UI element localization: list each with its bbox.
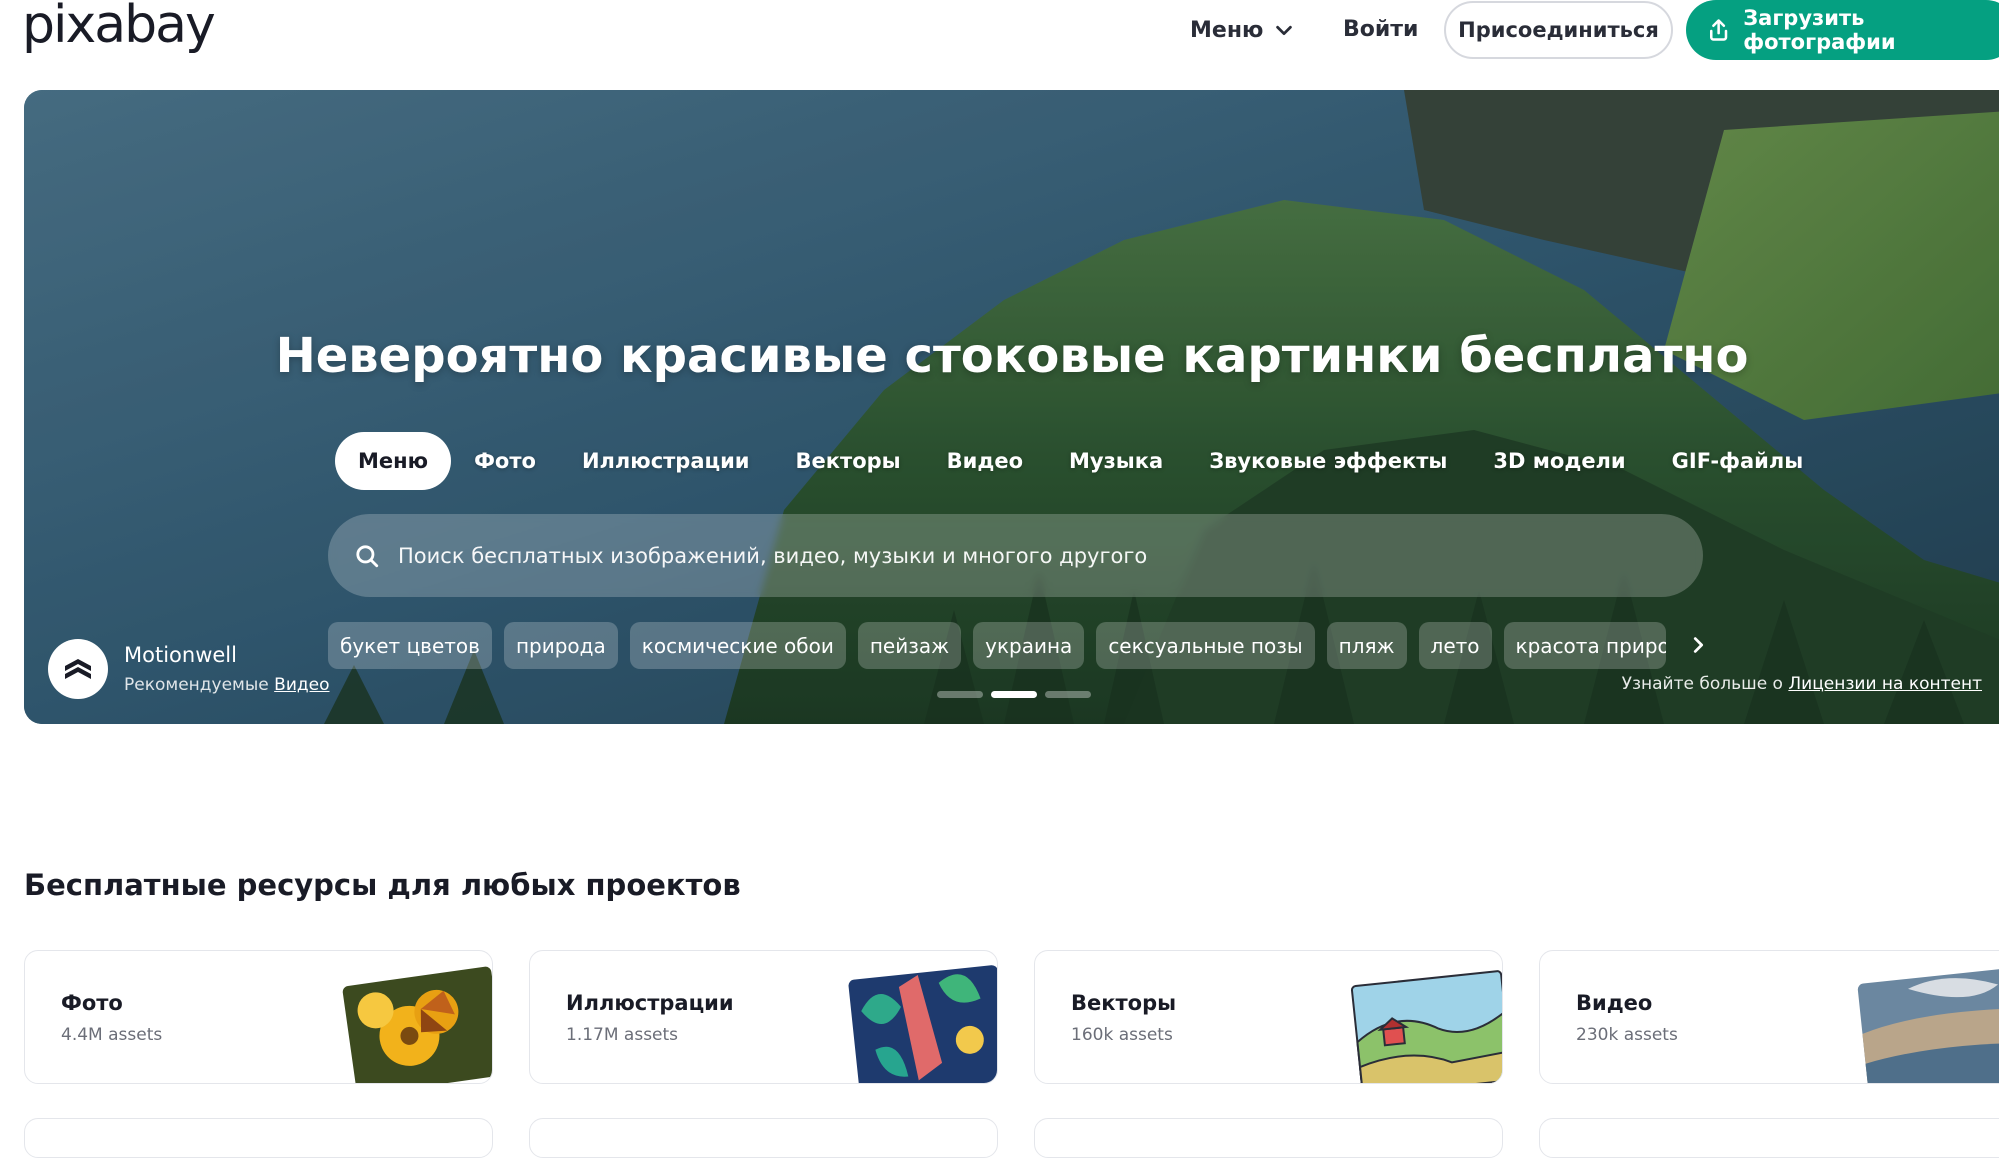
- top-header: pixabay Меню Войти Присоединиться Загруз…: [0, 0, 1999, 62]
- video-thumbnail-image: [1857, 965, 1999, 1083]
- tag-chip[interactable]: украина: [973, 622, 1085, 669]
- menu-label: Меню: [1190, 17, 1264, 43]
- author-avatar[interactable]: [48, 639, 108, 699]
- resource-card-next-row[interactable]: [24, 1118, 493, 1158]
- license-info: Узнайте больше о Лицензии на контент: [1620, 674, 1982, 694]
- chevron-down-icon: [1276, 25, 1293, 36]
- search-icon: [356, 544, 379, 567]
- hero-title-text: Невероятно красивые стоковые картинки бе…: [275, 328, 1749, 384]
- join-button[interactable]: Присоединиться: [1444, 1, 1673, 59]
- card-count: 160k assets: [1071, 1025, 1173, 1045]
- vector-thumbnail-image: [1350, 970, 1502, 1083]
- tag-chip[interactable]: сексуальные позы: [1096, 622, 1315, 669]
- card-count: 1.17M assets: [566, 1025, 679, 1045]
- tab-menu[interactable]: Меню: [335, 432, 452, 490]
- slide-dot-active[interactable]: [991, 691, 1037, 698]
- resource-card-next-row[interactable]: [1034, 1118, 1503, 1158]
- resource-card-next-row[interactable]: [1539, 1118, 1999, 1158]
- tab-vectors[interactable]: Векторы: [773, 432, 924, 490]
- tab-photo[interactable]: Фото: [451, 432, 559, 490]
- slide-dot[interactable]: [937, 691, 983, 698]
- pixabay-logo[interactable]: pixabay: [22, 0, 216, 56]
- resource-card-illustrations[interactable]: Иллюстрации 1.17M assets: [529, 950, 998, 1084]
- author-video-link[interactable]: Видео: [274, 675, 329, 695]
- menu-dropdown[interactable]: Меню: [1190, 10, 1295, 50]
- tab-illustrations[interactable]: Иллюстрации: [559, 432, 773, 490]
- upload-icon: [1709, 19, 1728, 41]
- tag-chip[interactable]: букет цветов: [328, 622, 492, 669]
- tags-next-button[interactable]: [1683, 630, 1713, 660]
- tab-music[interactable]: Музыка: [1046, 432, 1186, 490]
- card-title: Фото: [61, 991, 123, 1015]
- tag-chip[interactable]: лето: [1418, 622, 1492, 669]
- upload-label: Загрузить фотографии: [1743, 6, 1896, 54]
- hero-banner: Невероятно красивые стоковые картинки бе…: [24, 90, 1999, 724]
- hero-title: Невероятно красивые стоковые картинки бе…: [24, 328, 1999, 384]
- tag-chip[interactable]: красота приро,: [1503, 622, 1666, 669]
- tab-gif[interactable]: GIF-файлы: [1649, 432, 1827, 490]
- author-prefix: Рекомендуемые: [124, 675, 269, 695]
- tag-chip[interactable]: пейзаж: [857, 622, 962, 669]
- resource-card-photo[interactable]: Фото 4.4M assets: [24, 950, 493, 1084]
- motionwell-logo-icon: [65, 659, 91, 679]
- card-count: 4.4M assets: [61, 1025, 163, 1045]
- upload-button[interactable]: Загрузить фотографии: [1686, 0, 1999, 60]
- license-prefix: Узнайте больше о: [1621, 674, 1783, 694]
- tag-chip[interactable]: природа: [503, 622, 618, 669]
- slide-dot[interactable]: [1045, 691, 1091, 698]
- tab-sound-effects[interactable]: Звуковые эффекты: [1186, 432, 1470, 490]
- card-title: Видео: [1576, 991, 1653, 1015]
- illustration-thumbnail-image: [848, 965, 997, 1083]
- tag-chip[interactable]: космические обои: [629, 622, 846, 669]
- card-title: Векторы: [1071, 991, 1177, 1015]
- card-count: 230k assets: [1576, 1025, 1678, 1045]
- search-input[interactable]: [396, 542, 1646, 569]
- author-subtitle: Рекомендуемые Видео: [124, 675, 330, 695]
- media-type-tabs: Меню Фото Иллюстрации Векторы Видео Музы…: [335, 432, 1826, 490]
- license-link[interactable]: Лицензии на контент: [1788, 674, 1982, 694]
- search-bar[interactable]: [328, 514, 1703, 597]
- resources-title: Бесплатные ресурсы для любых проектов: [24, 868, 741, 902]
- resource-card-next-row[interactable]: [529, 1118, 998, 1158]
- chevron-right-icon: [1693, 637, 1704, 653]
- tag-chip[interactable]: пляж: [1326, 622, 1407, 669]
- resource-card-vectors[interactable]: Векторы 160k assets: [1034, 950, 1503, 1084]
- tab-3d-models[interactable]: 3D модели: [1470, 432, 1648, 490]
- slide-indicator: [937, 691, 1091, 698]
- card-title: Иллюстрации: [566, 991, 734, 1015]
- featured-author: Motionwell Рекомендуемые Видео: [48, 637, 330, 701]
- author-name[interactable]: Motionwell: [124, 643, 330, 667]
- resource-card-video[interactable]: Видео 230k assets: [1539, 950, 1999, 1084]
- popular-tags: букет цветов природа космические обои пе…: [328, 622, 1666, 669]
- tab-video[interactable]: Видео: [924, 432, 1046, 490]
- login-link[interactable]: Войти: [1343, 10, 1418, 50]
- butterfly-thumbnail-image: [342, 966, 492, 1083]
